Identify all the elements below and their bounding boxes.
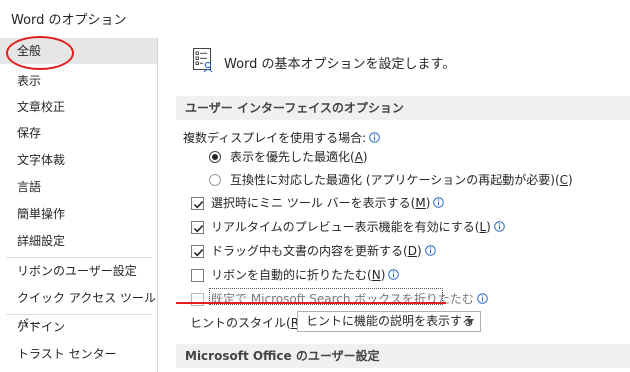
screentip-style-select[interactable]: ヒントに機能の説明を表示する (297, 311, 481, 332)
multi-display-row: 複数ディスプレイを使用する場合: (183, 130, 381, 146)
general-options-icon (193, 48, 213, 73)
live-preview-checkbox[interactable] (191, 221, 204, 234)
checkmark-icon (193, 225, 204, 233)
update-while-drag-checkbox[interactable] (191, 245, 204, 258)
info-icon[interactable] (433, 197, 445, 208)
info-icon[interactable] (424, 245, 436, 256)
collapse-search-checkbox[interactable] (191, 293, 204, 306)
sidebar-item-save[interactable]: 保存 (0, 120, 157, 146)
update-while-drag-label[interactable]: ドラッグ中も文書の内容を更新する(D) (211, 243, 436, 259)
section-header-office-personalization: Microsoft Office のユーザー設定 (176, 344, 630, 368)
sidebar-item-typography[interactable]: 文字体裁 (0, 147, 157, 173)
sidebar-item-customize-ribbon[interactable]: リボンのユーザー設定 (0, 258, 157, 284)
collapse-search-label[interactable]: 既定で Microsoft Search ボックスを折りたたむ (211, 291, 488, 307)
info-icon[interactable] (477, 293, 488, 304)
sidebar: 全般 表示 文章校正 保存 文字体裁 言語 簡単操作 詳細設定 リボンのユーザー… (0, 38, 158, 372)
screentip-style-value: ヒントに機能の説明を表示する (306, 314, 475, 328)
sidebar-item-addins[interactable]: アドイン (0, 314, 157, 340)
red-annotation-underline (176, 302, 446, 304)
sidebar-item-language[interactable]: 言語 (0, 174, 157, 200)
optimize-compat-label[interactable]: 互換性に対応した最適化 (アプリケーションの再起動が必要)(C) (230, 172, 573, 188)
live-preview-label[interactable]: リアルタイムのプレビュー表示機能を有効にする(L) (211, 219, 505, 235)
chevron-down-icon[interactable] (466, 319, 474, 324)
info-icon[interactable] (388, 269, 400, 280)
title-bar: Word のオプション (0, 0, 630, 34)
window-title: Word のオプション (11, 13, 127, 28)
checkmark-icon (193, 201, 204, 209)
screentip-style-label: ヒントのスタイル(R): (190, 316, 308, 330)
optimize-appearance-radio[interactable] (209, 151, 221, 163)
info-icon[interactable] (369, 132, 381, 143)
sidebar-item-general[interactable]: 全般 (0, 38, 157, 64)
multi-display-label: 複数ディスプレイを使用する場合: (183, 131, 367, 145)
mini-toolbar-label[interactable]: 選択時にミニ ツール バーを表示する(M) (211, 195, 445, 211)
sidebar-item-advanced[interactable]: 詳細設定 (0, 228, 157, 254)
mini-toolbar-checkbox[interactable] (191, 197, 204, 210)
sidebar-item-quick-access-toolbar[interactable]: クイック アクセス ツール バー (0, 285, 157, 331)
collapse-ribbon-checkbox[interactable] (191, 269, 204, 282)
info-icon[interactable] (494, 221, 505, 232)
section-header-ui-options: ユーザー インターフェイスのオプション (176, 96, 630, 120)
page-heading: Word の基本オプションを設定します。 (224, 57, 456, 72)
checkmark-icon (193, 249, 204, 257)
optimize-compat-radio[interactable] (209, 174, 221, 186)
collapse-ribbon-label[interactable]: リボンを自動的に折りたたむ(N) (211, 267, 400, 283)
sidebar-item-accessibility[interactable]: 簡単操作 (0, 201, 157, 227)
sidebar-item-trust-center[interactable]: トラスト センター (0, 341, 157, 367)
sidebar-item-display[interactable]: 表示 (0, 68, 157, 94)
optimize-appearance-label[interactable]: 表示を優先した最適化(A) (230, 149, 368, 165)
sidebar-item-proofing[interactable]: 文章校正 (0, 94, 157, 120)
